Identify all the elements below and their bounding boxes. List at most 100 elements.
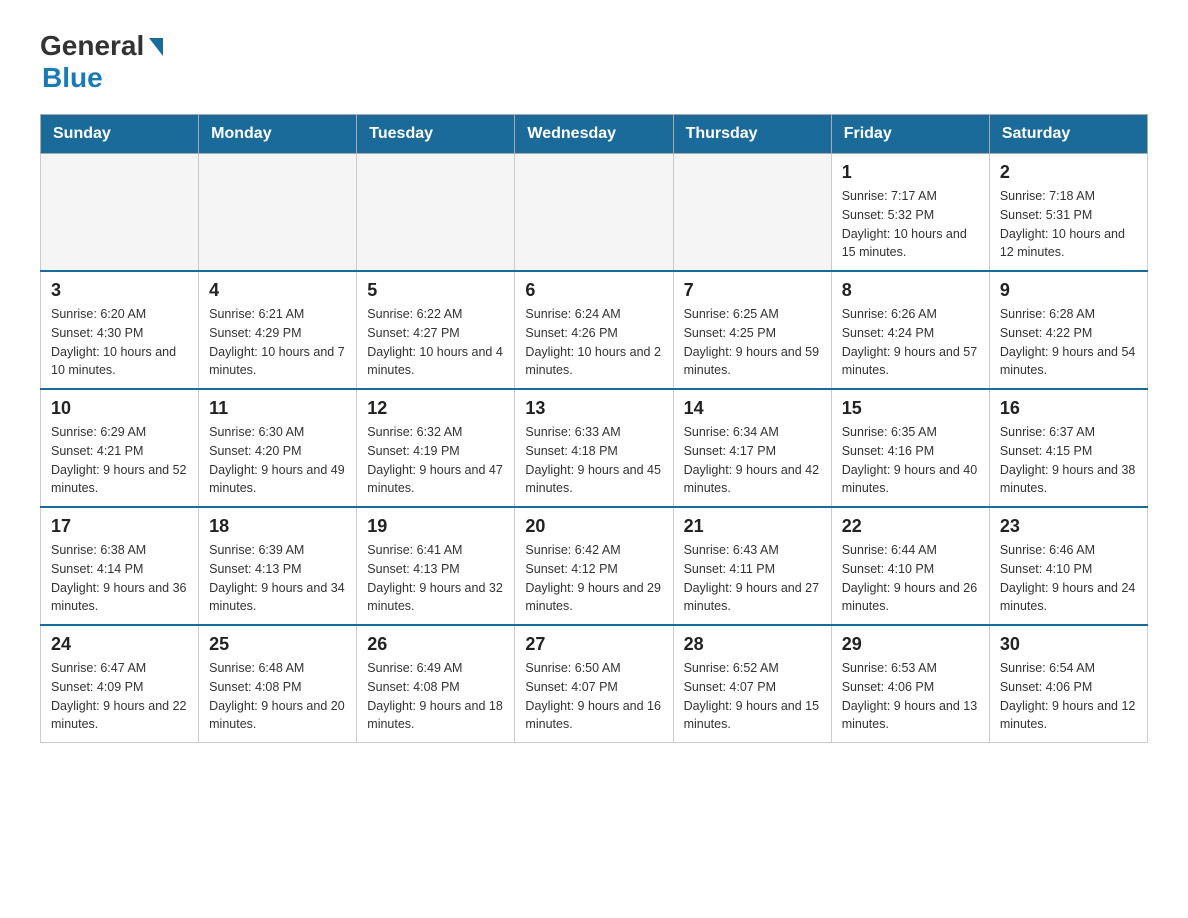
calendar-header-thursday: Thursday [673,115,831,154]
calendar-cell-28: 28Sunrise: 6:52 AMSunset: 4:07 PMDayligh… [673,625,831,743]
day-number: 18 [209,516,346,537]
day-number: 21 [684,516,821,537]
day-info: Sunrise: 6:35 AMSunset: 4:16 PMDaylight:… [842,423,979,498]
day-number: 6 [525,280,662,301]
day-number: 5 [367,280,504,301]
calendar-header-tuesday: Tuesday [357,115,515,154]
day-info: Sunrise: 7:18 AMSunset: 5:31 PMDaylight:… [1000,187,1137,262]
calendar-cell-empty [41,154,199,272]
calendar-cell-20: 20Sunrise: 6:42 AMSunset: 4:12 PMDayligh… [515,507,673,625]
day-number: 12 [367,398,504,419]
day-info: Sunrise: 6:49 AMSunset: 4:08 PMDaylight:… [367,659,504,734]
calendar-header-friday: Friday [831,115,989,154]
day-number: 25 [209,634,346,655]
calendar-cell-25: 25 Sunrise: 6:48 AMSunset: 4:08 PMDayligh… [199,625,357,743]
day-info: Sunrise: 6:28 AMSunset: 4:22 PMDaylight:… [1000,305,1137,380]
day-number: 27 [525,634,662,655]
week-row-4: 17Sunrise: 6:38 AMSunset: 4:14 PMDayligh… [41,507,1148,625]
day-info: Sunrise: 6:47 AMSunset: 4:09 PMDaylight:… [51,659,188,734]
day-number: 9 [1000,280,1137,301]
calendar-cell-10: 10Sunrise: 6:29 AMSunset: 4:21 PMDayligh… [41,389,199,507]
day-info: Sunrise: 6:21 AMSunset: 4:29 PMDaylight:… [209,305,346,380]
day-info: Sunrise: 6:26 AMSunset: 4:24 PMDaylight:… [842,305,979,380]
calendar-cell-22: 22 Sunrise: 6:44 AMSunset: 4:10 PMDayligh… [831,507,989,625]
day-number: 4 [209,280,346,301]
day-info: Sunrise: 6:53 AMSunset: 4:06 PMDaylight:… [842,659,979,734]
calendar-cell-1: 1 Sunrise: 7:17 AMSunset: 5:32 PMDaylight… [831,154,989,272]
day-number: 8 [842,280,979,301]
page-header: General Blue [40,30,1148,94]
day-number: 23 [1000,516,1137,537]
calendar-cell-30: 30 Sunrise: 6:54 AMSunset: 4:06 PMDayligh… [989,625,1147,743]
day-info: Sunrise: 6:33 AMSunset: 4:18 PMDaylight:… [525,423,662,498]
day-number: 7 [684,280,821,301]
calendar-header-sunday: Sunday [41,115,199,154]
calendar-cell-4: 4 Sunrise: 6:21 AMSunset: 4:29 PMDaylight… [199,271,357,389]
day-number: 14 [684,398,821,419]
logo-arrow-icon [149,38,163,56]
calendar-cell-27: 27 Sunrise: 6:50 AMSunset: 4:07 PMDayligh… [515,625,673,743]
calendar-header-saturday: Saturday [989,115,1147,154]
day-info: Sunrise: 6:46 AMSunset: 4:10 PMDaylight:… [1000,541,1137,616]
calendar-cell-2: 2 Sunrise: 7:18 AMSunset: 5:31 PMDaylight… [989,154,1147,272]
day-number: 1 [842,162,979,183]
day-number: 2 [1000,162,1137,183]
day-info: Sunrise: 6:20 AMSunset: 4:30 PMDaylight:… [51,305,188,380]
calendar-cell-11: 11 Sunrise: 6:30 AMSunset: 4:20 PMDayligh… [199,389,357,507]
calendar-table: SundayMondayTuesdayWednesdayThursdayFrid… [40,114,1148,743]
day-info: Sunrise: 6:30 AMSunset: 4:20 PMDaylight:… [209,423,346,498]
day-info: Sunrise: 6:48 AMSunset: 4:08 PMDaylight:… [209,659,346,734]
week-row-5: 24 Sunrise: 6:47 AMSunset: 4:09 PMDayligh… [41,625,1148,743]
week-row-1: 1 Sunrise: 7:17 AMSunset: 5:32 PMDaylight… [41,154,1148,272]
day-info: Sunrise: 6:39 AMSunset: 4:13 PMDaylight:… [209,541,346,616]
day-info: Sunrise: 6:34 AMSunset: 4:17 PMDaylight:… [684,423,821,498]
calendar-cell-6: 6 Sunrise: 6:24 AMSunset: 4:26 PMDaylight… [515,271,673,389]
day-number: 11 [209,398,346,419]
logo: General Blue [40,30,163,94]
day-number: 29 [842,634,979,655]
day-number: 30 [1000,634,1137,655]
day-info: Sunrise: 6:24 AMSunset: 4:26 PMDaylight:… [525,305,662,380]
day-info: Sunrise: 6:32 AMSunset: 4:19 PMDaylight:… [367,423,504,498]
calendar-cell-23: 23 Sunrise: 6:46 AMSunset: 4:10 PMDayligh… [989,507,1147,625]
calendar-header-row: SundayMondayTuesdayWednesdayThursdayFrid… [41,115,1148,154]
day-number: 28 [684,634,821,655]
logo-general-text: General [40,30,144,62]
day-number: 3 [51,280,188,301]
calendar-cell-empty [673,154,831,272]
day-number: 24 [51,634,188,655]
day-number: 17 [51,516,188,537]
week-row-3: 10Sunrise: 6:29 AMSunset: 4:21 PMDayligh… [41,389,1148,507]
calendar-cell-8: 8 Sunrise: 6:26 AMSunset: 4:24 PMDaylight… [831,271,989,389]
day-info: Sunrise: 7:17 AMSunset: 5:32 PMDaylight:… [842,187,979,262]
day-number: 19 [367,516,504,537]
calendar-cell-15: 15 Sunrise: 6:35 AMSunset: 4:16 PMDayligh… [831,389,989,507]
calendar-cell-5: 5 Sunrise: 6:22 AMSunset: 4:27 PMDaylight… [357,271,515,389]
day-info: Sunrise: 6:54 AMSunset: 4:06 PMDaylight:… [1000,659,1137,734]
day-info: Sunrise: 6:22 AMSunset: 4:27 PMDaylight:… [367,305,504,380]
calendar-cell-21: 21 Sunrise: 6:43 AMSunset: 4:11 PMDayligh… [673,507,831,625]
day-info: Sunrise: 6:25 AMSunset: 4:25 PMDaylight:… [684,305,821,380]
day-info: Sunrise: 6:50 AMSunset: 4:07 PMDaylight:… [525,659,662,734]
day-info: Sunrise: 6:37 AMSunset: 4:15 PMDaylight:… [1000,423,1137,498]
day-info: Sunrise: 6:43 AMSunset: 4:11 PMDaylight:… [684,541,821,616]
calendar-cell-empty [357,154,515,272]
day-number: 22 [842,516,979,537]
calendar-cell-16: 16 Sunrise: 6:37 AMSunset: 4:15 PMDayligh… [989,389,1147,507]
day-number: 15 [842,398,979,419]
calendar-cell-9: 9 Sunrise: 6:28 AMSunset: 4:22 PMDaylight… [989,271,1147,389]
day-info: Sunrise: 6:29 AMSunset: 4:21 PMDaylight:… [51,423,188,498]
calendar-cell-3: 3 Sunrise: 6:20 AMSunset: 4:30 PMDaylight… [41,271,199,389]
calendar-cell-18: 18 Sunrise: 6:39 AMSunset: 4:13 PMDayligh… [199,507,357,625]
day-number: 20 [525,516,662,537]
calendar-header-wednesday: Wednesday [515,115,673,154]
calendar-cell-24: 24 Sunrise: 6:47 AMSunset: 4:09 PMDayligh… [41,625,199,743]
day-number: 16 [1000,398,1137,419]
calendar-header-monday: Monday [199,115,357,154]
day-info: Sunrise: 6:44 AMSunset: 4:10 PMDaylight:… [842,541,979,616]
day-number: 26 [367,634,504,655]
week-row-2: 3 Sunrise: 6:20 AMSunset: 4:30 PMDaylight… [41,271,1148,389]
calendar-cell-14: 14 Sunrise: 6:34 AMSunset: 4:17 PMDayligh… [673,389,831,507]
logo-blue-text: Blue [42,62,103,94]
calendar-cell-29: 29 Sunrise: 6:53 AMSunset: 4:06 PMDayligh… [831,625,989,743]
